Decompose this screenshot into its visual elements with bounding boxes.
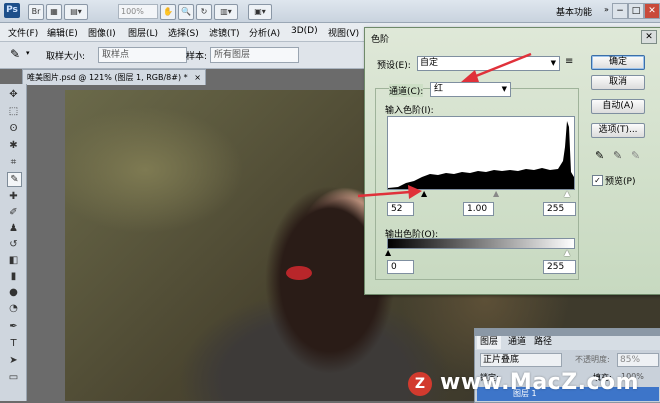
menu-image[interactable]: 图像(I) bbox=[88, 26, 116, 39]
move-tool-icon[interactable]: ✥ bbox=[7, 88, 20, 101]
preset-value: 自定 bbox=[420, 58, 439, 68]
document-tab[interactable]: 唯美图片.psd @ 121% (图层 1, RGB/8#) * × bbox=[22, 69, 206, 85]
chevron-right-icon[interactable]: » bbox=[604, 5, 609, 14]
input-gamma-slider[interactable]: ▲ bbox=[493, 189, 499, 198]
input-white-slider[interactable]: ▲ bbox=[564, 189, 570, 198]
sample-size-select[interactable]: 取样点 bbox=[98, 47, 187, 63]
blend-mode-select[interactable]: 正片叠底 bbox=[480, 353, 562, 367]
tab-channels[interactable]: 通道 bbox=[505, 336, 529, 349]
panel-tabs bbox=[475, 336, 660, 350]
macz-logo: Z bbox=[408, 372, 432, 396]
histogram-graph bbox=[388, 121, 574, 189]
shape-tool-icon[interactable]: ▭ bbox=[7, 371, 20, 384]
menu-view[interactable]: 视图(V) bbox=[328, 26, 359, 39]
cancel-button[interactable]: 取消 bbox=[591, 75, 645, 90]
workspace-switcher[interactable]: 基本功能 bbox=[556, 5, 592, 18]
photoshop-logo: Ps bbox=[4, 3, 20, 18]
menu-3d[interactable]: 3D(D) bbox=[291, 26, 318, 36]
app-title-bar: Ps Br ▦ ▤▾ 100% ✋ 🔍 ↻ ▥▾ ▣▾ 基本功能 » − □ ✕ bbox=[0, 0, 660, 23]
preset-label: 预设(E): bbox=[377, 61, 411, 71]
bridge-icon[interactable]: Br bbox=[28, 4, 44, 20]
channel-value: 红 bbox=[434, 84, 444, 94]
dodge-tool-icon[interactable]: ◔ bbox=[7, 302, 20, 315]
sample-label: 样本: bbox=[186, 52, 208, 62]
output-black-slider[interactable]: ▲ bbox=[385, 248, 391, 257]
history-brush-icon[interactable]: ↺ bbox=[7, 238, 20, 251]
quick-select-tool-icon[interactable]: ✱ bbox=[7, 139, 20, 152]
menu-filter[interactable]: 滤镜(T) bbox=[209, 26, 240, 39]
gradient-tool-icon[interactable]: ▮ bbox=[7, 270, 20, 283]
menu-file[interactable]: 文件(F) bbox=[8, 26, 38, 39]
eyedropper-tool-icon[interactable]: ✎ bbox=[7, 172, 22, 187]
chevron-down-icon: ▼ bbox=[550, 59, 556, 67]
crop-tool-icon[interactable]: ⌗ bbox=[7, 156, 20, 169]
lasso-tool-icon[interactable]: ʘ bbox=[7, 122, 20, 135]
menu-analysis[interactable]: 分析(A) bbox=[249, 26, 280, 39]
annotation-arrow-icon bbox=[461, 52, 532, 82]
zoom-level-field[interactable]: 100% bbox=[118, 4, 158, 19]
zoom-tool-icon[interactable]: 🔍 bbox=[178, 4, 194, 20]
sample-layers-select[interactable]: 所有图层 bbox=[210, 47, 299, 63]
view-extras-icon[interactable]: ▤▾ bbox=[64, 4, 88, 20]
eraser-tool-icon[interactable]: ◧ bbox=[7, 254, 20, 267]
input-gamma-field[interactable]: 1.00 bbox=[463, 202, 494, 216]
preview-checkbox[interactable]: ✓ bbox=[592, 175, 603, 186]
menu-edit[interactable]: 编辑(E) bbox=[47, 26, 78, 39]
hand-tool-icon[interactable]: ✋ bbox=[160, 4, 176, 20]
document-tab-label: 唯美图片.psd @ 121% (图层 1, RGB/8#) * bbox=[27, 73, 188, 82]
preview-label: 预览(P) bbox=[605, 177, 636, 187]
histogram bbox=[387, 116, 575, 190]
photo-lips bbox=[286, 266, 312, 280]
tab-close-icon[interactable]: × bbox=[194, 70, 201, 85]
type-tool-icon[interactable]: T bbox=[7, 337, 20, 350]
output-gradient-bar bbox=[387, 238, 575, 249]
black-eyedropper-icon[interactable]: ✎ bbox=[595, 149, 604, 162]
opacity-field[interactable]: 85% bbox=[617, 353, 659, 367]
pen-tool-icon[interactable]: ✒ bbox=[7, 320, 20, 333]
sample-size-label: 取样大小: bbox=[46, 52, 86, 62]
output-white-slider[interactable]: ▲ bbox=[564, 248, 570, 257]
ok-button[interactable]: 确定 bbox=[591, 55, 645, 70]
annotation-arrow-icon bbox=[357, 185, 422, 199]
preset-menu-icon[interactable]: ≡ bbox=[565, 56, 573, 67]
gray-eyedropper-icon[interactable]: ✎ bbox=[613, 149, 622, 162]
maximize-button[interactable]: □ bbox=[628, 3, 644, 19]
menu-select[interactable]: 选择(S) bbox=[168, 26, 199, 39]
tab-paths[interactable]: 路径 bbox=[531, 336, 555, 349]
screen-mode-icon[interactable]: ▣▾ bbox=[248, 4, 272, 20]
toolbox: ✥ ⬚ ʘ ✱ ⌗ ✎ ✚ ✐ ♟ ↺ ◧ ▮ ● ◔ ✒ T ➤ ▭ bbox=[0, 84, 27, 401]
input-levels-label: 输入色阶(I): bbox=[385, 106, 434, 116]
auto-button[interactable]: 自动(A) bbox=[591, 99, 645, 114]
chevron-down-icon[interactable]: ▾ bbox=[26, 49, 30, 57]
close-button[interactable]: ✕ bbox=[644, 3, 660, 19]
menu-layer[interactable]: 图层(L) bbox=[128, 26, 158, 39]
minimize-button[interactable]: − bbox=[612, 3, 628, 19]
path-select-icon[interactable]: ➤ bbox=[7, 354, 20, 367]
opacity-label: 不透明度: bbox=[575, 355, 610, 364]
options-button[interactable]: 选项(T)... bbox=[591, 123, 645, 138]
rotate-view-icon[interactable]: ↻ bbox=[196, 4, 212, 20]
healing-brush-icon[interactable]: ✚ bbox=[7, 190, 20, 203]
output-white-field[interactable]: 255 bbox=[543, 260, 576, 274]
channel-label: 通道(C): bbox=[389, 84, 424, 97]
output-black-field[interactable]: 0 bbox=[387, 260, 414, 274]
mini-bridge-icon[interactable]: ▦ bbox=[46, 4, 62, 20]
watermark-text: www.MacZ.com bbox=[440, 370, 640, 395]
white-eyedropper-icon[interactable]: ✎ bbox=[631, 149, 640, 162]
eyedropper-icon[interactable]: ✎ bbox=[10, 47, 20, 61]
brush-tool-icon[interactable]: ✐ bbox=[7, 206, 20, 219]
dialog-title: 色阶 bbox=[371, 35, 390, 45]
dialog-close-button[interactable]: ✕ bbox=[641, 30, 657, 44]
clone-stamp-icon[interactable]: ♟ bbox=[7, 222, 20, 235]
blur-tool-icon[interactable]: ● bbox=[7, 286, 20, 299]
marquee-tool-icon[interactable]: ⬚ bbox=[7, 105, 20, 118]
tab-layers[interactable]: 图层 bbox=[477, 336, 502, 349]
arrange-documents-icon[interactable]: ▥▾ bbox=[214, 4, 238, 20]
input-white-field[interactable]: 255 bbox=[543, 202, 576, 216]
